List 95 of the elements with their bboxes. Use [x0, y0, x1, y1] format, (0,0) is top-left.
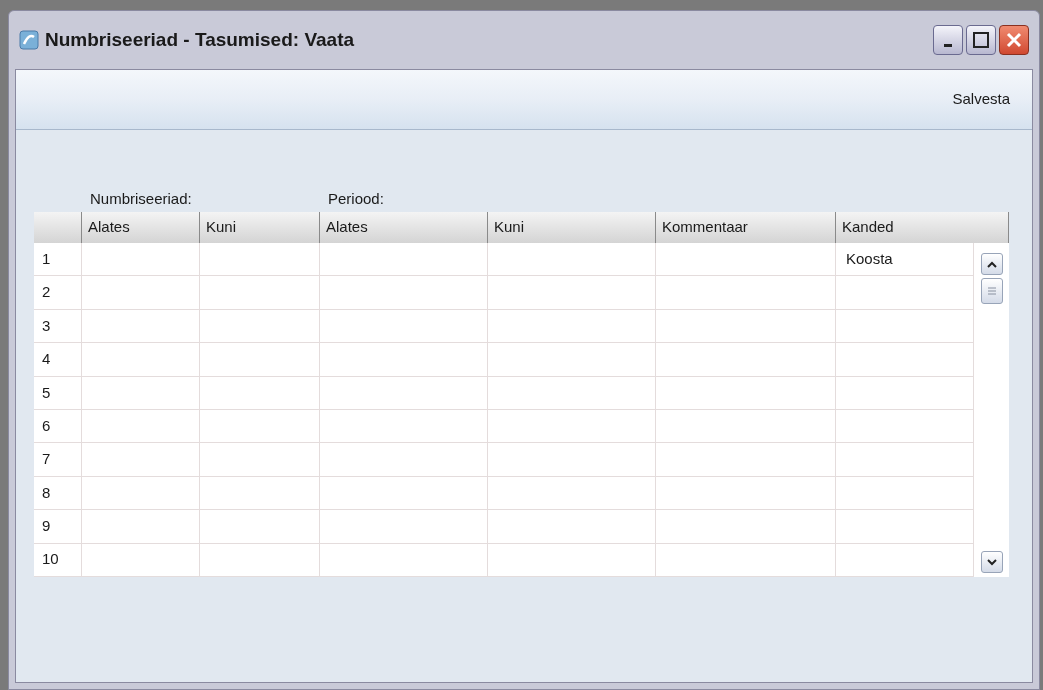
table-cell[interactable] [82, 309, 200, 344]
caret-up-icon [986, 260, 997, 268]
column-group-label: Periood: [328, 188, 385, 209]
close-button[interactable] [999, 25, 1029, 55]
table-cell[interactable] [488, 476, 656, 511]
scroll-down-button[interactable] [980, 551, 1003, 573]
table-cell[interactable] [200, 343, 320, 377]
row-number: 2 [34, 276, 82, 310]
table-cell[interactable] [200, 309, 320, 344]
table-cell[interactable] [836, 343, 974, 377]
table-cell[interactable] [82, 443, 200, 477]
table-cell[interactable] [82, 243, 200, 277]
table-cell[interactable] [320, 510, 488, 544]
scrollbar[interactable] [974, 243, 1009, 577]
window-title: Numbriseeriad - Tasumised: Vaata [45, 27, 355, 52]
table-cell[interactable] [656, 409, 836, 444]
header-corner [34, 212, 82, 243]
table-cell[interactable] [200, 409, 320, 444]
close-icon [1006, 32, 1022, 48]
row-number: 9 [34, 510, 82, 544]
table-cell[interactable] [82, 376, 200, 410]
scroll-thumb[interactable] [980, 278, 1003, 304]
table-cell[interactable] [320, 343, 488, 377]
table-cell[interactable] [488, 309, 656, 344]
row-number: 4 [34, 343, 82, 377]
grip-icon [987, 286, 996, 296]
table-cell[interactable] [320, 243, 488, 277]
row-number: 10 [34, 543, 82, 577]
maximize-button[interactable] [966, 25, 996, 55]
table-cell[interactable] [82, 510, 200, 544]
table-cell[interactable] [836, 543, 974, 577]
toolbar-button[interactable]: Salvesta [950, 88, 1012, 111]
column-header[interactable]: Kuni [488, 212, 656, 243]
table-cell[interactable] [656, 510, 836, 544]
caret-down-icon [986, 558, 997, 566]
table-cell[interactable] [656, 443, 836, 477]
table-cell[interactable] [200, 376, 320, 410]
column-header[interactable]: Alates [82, 212, 200, 243]
table-cell[interactable] [656, 243, 836, 277]
table-cell[interactable] [656, 376, 836, 410]
table-cell[interactable] [656, 276, 836, 310]
row-number: 3 [34, 309, 82, 344]
row-number: 8 [34, 476, 82, 511]
table-cell[interactable] [488, 543, 656, 577]
table-cell[interactable] [200, 543, 320, 577]
table-cell[interactable] [320, 276, 488, 310]
table-cell[interactable] [82, 409, 200, 444]
table-cell[interactable] [320, 443, 488, 477]
table-cell[interactable] [836, 409, 974, 444]
scroll-up-button[interactable] [980, 253, 1003, 275]
minimize-button[interactable] [933, 25, 963, 55]
table-cell[interactable] [200, 510, 320, 544]
table-cell[interactable] [488, 276, 656, 310]
app-icon [19, 30, 39, 50]
table-cell[interactable] [82, 276, 200, 310]
table-cell[interactable] [82, 543, 200, 577]
table-cell[interactable] [836, 476, 974, 511]
table-cell[interactable] [200, 443, 320, 477]
table-cell[interactable] [488, 243, 656, 277]
column-header[interactable]: Alates [320, 212, 488, 243]
table-cell[interactable] [82, 476, 200, 511]
table-cell[interactable] [488, 343, 656, 377]
table-cell[interactable] [320, 376, 488, 410]
table-cell[interactable] [488, 510, 656, 544]
table-cell[interactable] [82, 343, 200, 377]
table-cell[interactable]: Koosta [836, 243, 974, 277]
table-cell[interactable] [488, 409, 656, 444]
table-cell[interactable] [656, 476, 836, 511]
table-cell[interactable] [836, 376, 974, 410]
table-cell[interactable] [200, 243, 320, 277]
column-header[interactable]: Kanded [836, 212, 1009, 243]
column-header[interactable]: Kuni [200, 212, 320, 243]
table-cell[interactable] [836, 510, 974, 544]
maximize-icon [973, 32, 989, 48]
table-cell[interactable] [836, 276, 974, 310]
row-number: 7 [34, 443, 82, 477]
table-cell[interactable] [836, 309, 974, 344]
column-group-label: Numbriseeriad: [90, 188, 193, 209]
table-cell[interactable] [200, 476, 320, 511]
table-cell[interactable] [488, 443, 656, 477]
table-cell[interactable] [656, 343, 836, 377]
table-cell[interactable] [320, 309, 488, 344]
row-number: 6 [34, 409, 82, 444]
minimize-icon [944, 44, 952, 47]
table-cell[interactable] [656, 309, 836, 344]
row-number: 5 [34, 376, 82, 410]
table-cell[interactable] [320, 409, 488, 444]
table-cell[interactable] [656, 543, 836, 577]
row-number: 1 [34, 243, 82, 277]
table-cell[interactable] [488, 376, 656, 410]
table-cell[interactable] [200, 276, 320, 310]
table-cell[interactable] [320, 543, 488, 577]
table-cell[interactable] [836, 443, 974, 477]
table-cell[interactable] [320, 476, 488, 511]
column-header[interactable]: Kommentaar [656, 212, 836, 243]
